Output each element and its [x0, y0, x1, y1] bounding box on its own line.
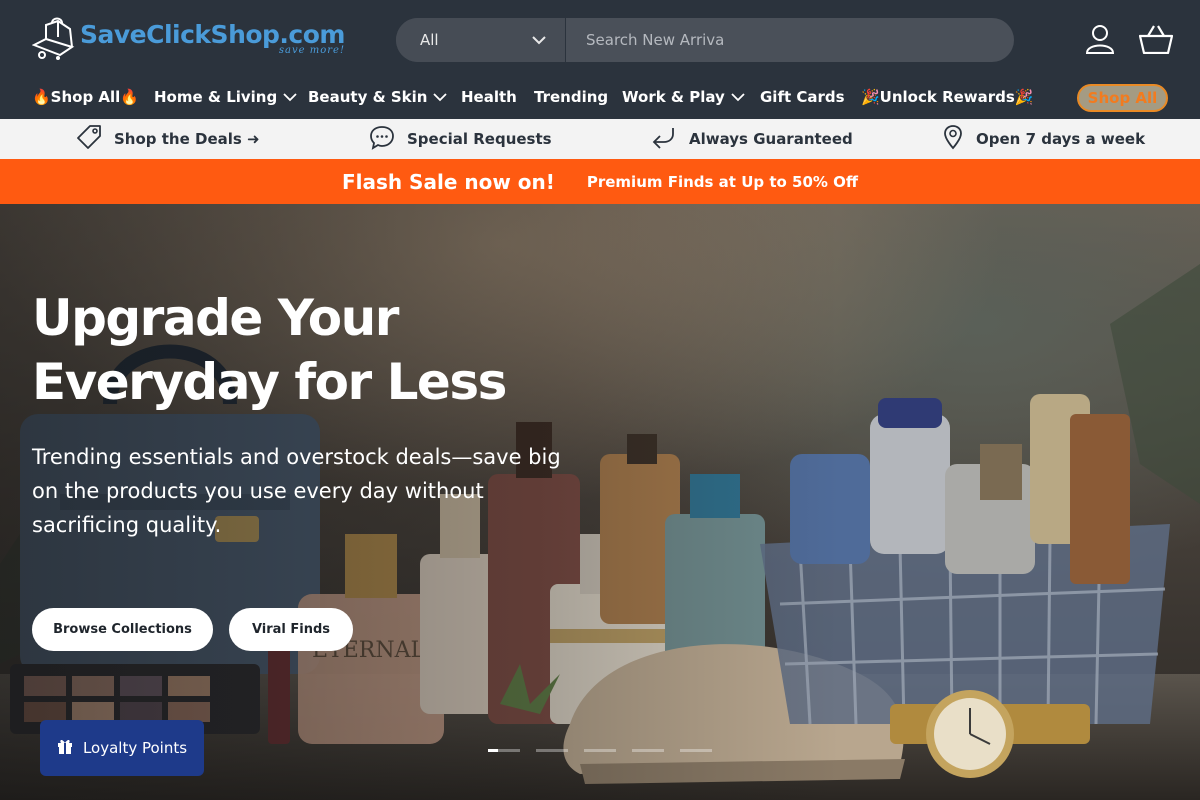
nav-item-label: 🔥Shop All🔥: [32, 88, 139, 106]
flash-sale-banner[interactable]: Flash Sale now on! Premium Finds at Up t…: [0, 159, 1200, 204]
benefit-label: Open 7 days a week: [976, 130, 1146, 148]
cart-icon[interactable]: [1139, 22, 1173, 56]
slide-dot[interactable]: [632, 749, 664, 752]
hero-banner: ETERNAL: [0, 204, 1200, 800]
hero-title: Upgrade Your Everyday for Less: [32, 289, 507, 411]
return-arrow-icon: [651, 124, 677, 154]
nav-item-gift-cards[interactable]: Gift Cards: [760, 88, 845, 106]
search-bar: All: [396, 18, 1014, 62]
loyalty-label: Loyalty Points: [82, 739, 188, 757]
nav-item-label: Work & Play: [622, 88, 725, 106]
chat-icon: [369, 124, 395, 154]
chevron-down-icon: [731, 88, 745, 106]
hero-subtitle: Trending essentials and overstock deals—…: [32, 445, 561, 537]
browse-collections-button[interactable]: Browse Collections: [32, 608, 213, 651]
benefits-bar: Shop the Deals ➜ Special Requests Always…: [0, 119, 1200, 159]
site-header: SaveClickShop.com save more! All 🔥Shop A…: [0, 0, 1200, 119]
benefit-label: Special Requests: [407, 130, 552, 148]
benefit-label: Shop the Deals ➜: [114, 130, 260, 148]
search-category-value: All: [420, 31, 439, 49]
shop-all-button[interactable]: Shop All: [1077, 84, 1168, 112]
chevron-down-icon: [433, 88, 448, 106]
search-category-select[interactable]: All: [396, 18, 566, 62]
benefit-always-guaranteed[interactable]: Always Guaranteed: [651, 119, 853, 159]
search-input[interactable]: [566, 18, 1014, 62]
location-pin-icon: [942, 124, 964, 154]
tag-icon: [76, 124, 102, 154]
nav-item-unlock-rewards[interactable]: 🎉Unlock Rewards🎉: [861, 88, 1034, 106]
gift-icon: [57, 737, 73, 759]
flash-sale-title: Flash Sale now on!: [341, 169, 555, 194]
benefit-shop-deals[interactable]: Shop the Deals ➜: [76, 119, 260, 159]
brand-name: SaveClickShop.com: [80, 20, 345, 49]
nav-item-label: Health: [461, 88, 517, 106]
nav-item-label: Home & Living: [154, 88, 278, 106]
nav-item-shop-all[interactable]: 🔥Shop All🔥: [32, 88, 139, 106]
loyalty-points-button[interactable]: Loyalty Points: [40, 720, 204, 776]
main-nav: 🔥Shop All🔥 Home & Living Beauty & Skin H…: [0, 80, 1200, 118]
nav-item-label: Beauty & Skin: [308, 88, 428, 106]
benefit-special-requests[interactable]: Special Requests: [369, 119, 552, 159]
slide-dot[interactable]: [584, 749, 616, 752]
nav-item-label: Gift Cards: [760, 88, 845, 106]
nav-item-label: Trending: [534, 88, 609, 106]
nav-item-work-play[interactable]: Work & Play: [622, 88, 745, 106]
cart-logo-icon: [31, 17, 78, 61]
logo[interactable]: SaveClickShop.com save more!: [31, 16, 345, 62]
flash-sale-subtitle: Premium Finds at Up to 50% Off: [586, 172, 859, 191]
nav-item-health[interactable]: Health: [461, 88, 517, 106]
nav-item-trending[interactable]: Trending: [534, 88, 608, 106]
slide-dot[interactable]: [680, 749, 712, 752]
chevron-down-icon: [531, 31, 547, 49]
slide-dot[interactable]: [488, 749, 520, 752]
nav-item-home-living[interactable]: Home & Living: [154, 88, 297, 106]
nav-item-beauty-skin[interactable]: Beauty & Skin: [308, 88, 448, 106]
slide-dot[interactable]: [536, 749, 568, 752]
slideshow-pagination: [488, 749, 712, 752]
chevron-down-icon: [283, 88, 297, 106]
viral-finds-button[interactable]: Viral Finds: [229, 608, 353, 651]
account-icon[interactable]: [1083, 22, 1117, 56]
nav-item-label: 🎉Unlock Rewards🎉: [861, 88, 1034, 106]
brand-tagline: save more!: [278, 45, 345, 56]
benefit-open-7-days[interactable]: Open 7 days a week: [942, 119, 1145, 159]
benefit-label: Always Guaranteed: [689, 130, 853, 148]
